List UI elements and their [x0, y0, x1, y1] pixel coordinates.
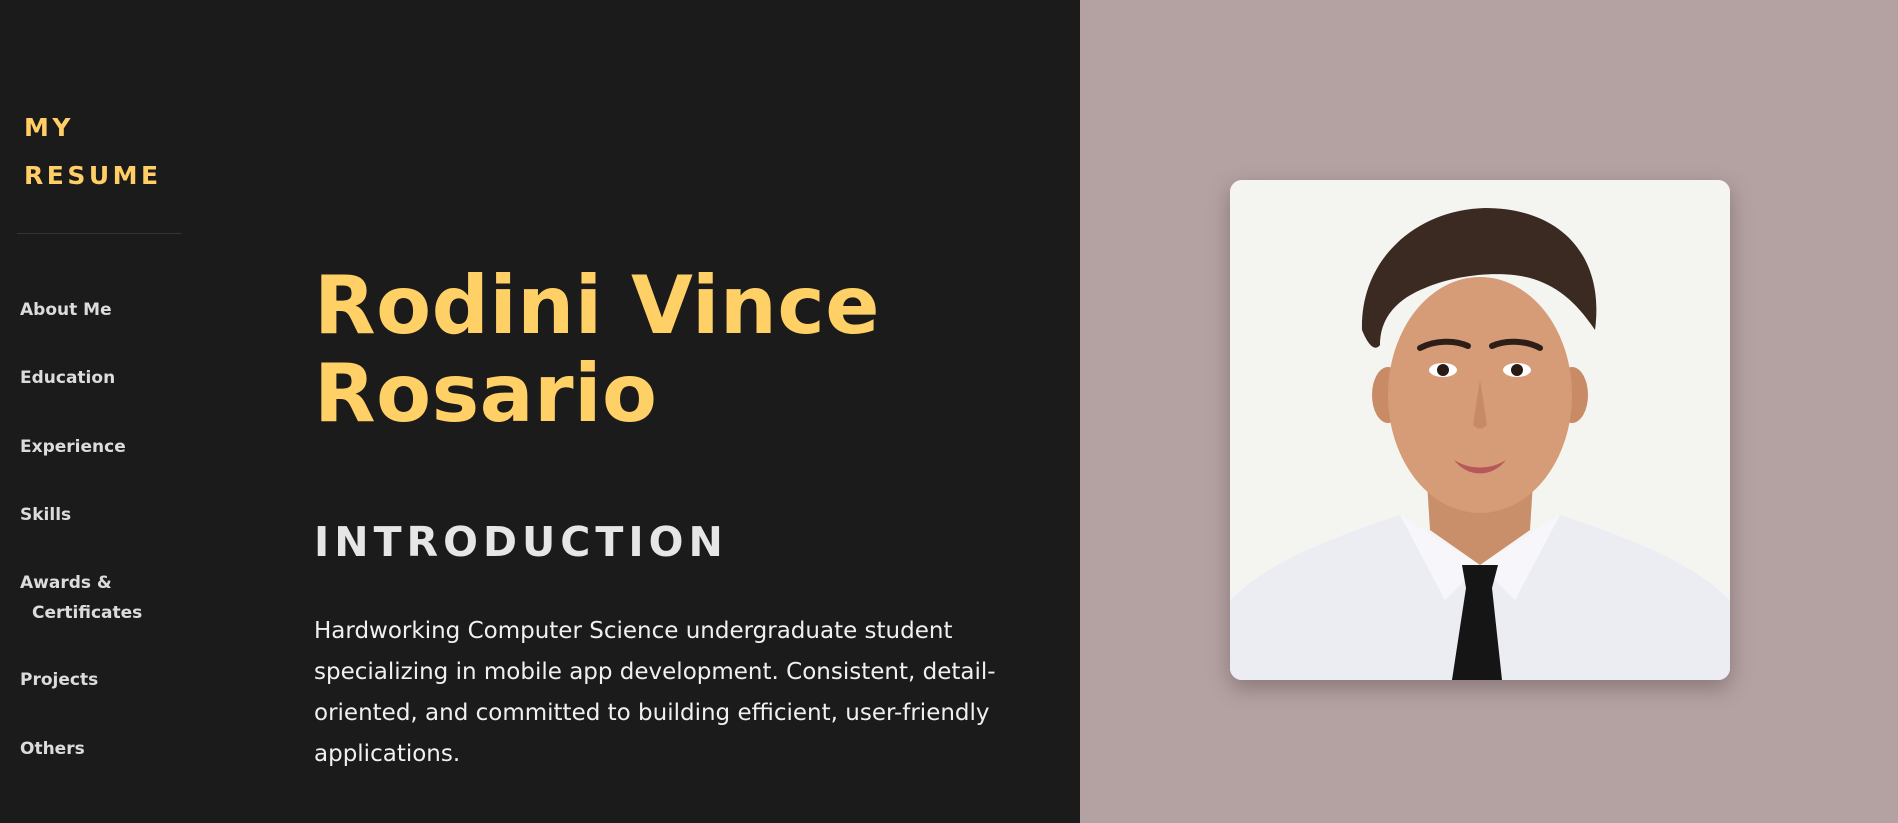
nav-item-projects[interactable]: Projects: [20, 665, 220, 695]
nav-item-awards-line-2: Certificates: [32, 603, 143, 623]
main-content: Rodini Vince Rosario INTRODUCTION Hardwo…: [238, 0, 1080, 823]
profile-name-last: Rosario: [314, 347, 658, 440]
photo-panel: [1080, 0, 1898, 823]
profile-name-first: Rodini Vince: [314, 259, 881, 352]
section-title: INTRODUCTION: [314, 518, 728, 566]
sidebar-divider: [17, 233, 182, 234]
profile-photo-illustration: [1230, 180, 1730, 680]
sidebar: MY RESUME About Me Education Experience …: [0, 0, 238, 823]
brand-line-2: RESUME: [24, 161, 162, 190]
nav-item-experience[interactable]: Experience: [20, 432, 220, 462]
profile-name: Rodini Vince Rosario: [314, 262, 1054, 438]
nav-item-awards[interactable]: Awards & Certificates: [20, 568, 220, 628]
nav-item-about[interactable]: About Me: [20, 295, 220, 325]
nav-item-education[interactable]: Education: [20, 363, 220, 393]
intro-paragraph: Hardworking Computer Science undergradua…: [314, 618, 996, 767]
nav-item-awards-line-1: Awards &: [20, 573, 112, 593]
brand-line-1: MY: [24, 113, 74, 142]
profile-photo: [1230, 180, 1730, 680]
nav-item-skills[interactable]: Skills: [20, 500, 220, 530]
brand-logo[interactable]: MY RESUME: [24, 104, 204, 200]
nav-item-others[interactable]: Others: [20, 734, 220, 764]
